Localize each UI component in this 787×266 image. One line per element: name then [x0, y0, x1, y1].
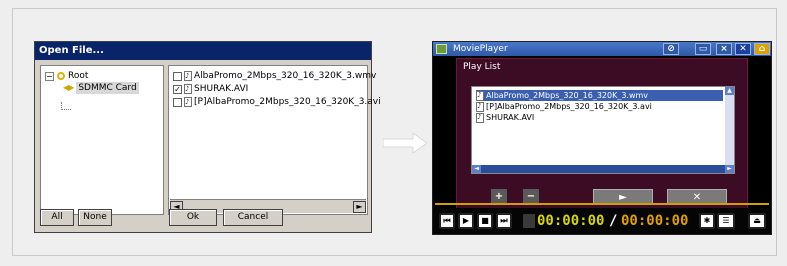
cancel-button[interactable]: Cancel: [223, 209, 283, 226]
right-arrow-icon: [383, 133, 427, 153]
scroll-up-icon[interactable]: ▲: [725, 87, 734, 95]
playlist-item[interactable]: SHURAK.AVI: [476, 112, 534, 123]
total-time: 00:00:00: [621, 213, 689, 229]
file-row[interactable]: ✓ SHURAK.AVI: [173, 83, 248, 95]
none-button[interactable]: None: [78, 209, 112, 226]
media-file-icon: [476, 90, 484, 101]
playlist-icon[interactable]: ☰: [717, 213, 735, 229]
minimize-icon[interactable]: ×: [716, 43, 732, 55]
player-control-bar: ⏮ ▶ ■ ⏭ 00:00:00 / 00:00:00 ✱ ☰ ⏏: [433, 208, 771, 234]
mute-icon[interactable]: ⊘: [663, 43, 679, 55]
playlist-vertical-scrollbar[interactable]: ▲ ▼: [725, 87, 734, 173]
tree-root-label: Root: [68, 71, 89, 81]
scroll-right-icon[interactable]: ►: [353, 201, 366, 213]
dialog-title: Open File...: [35, 42, 371, 60]
file-checkbox-checked[interactable]: ✓: [173, 84, 182, 94]
collapse-icon[interactable]: −: [45, 71, 54, 81]
playlist-item-label: [P]AlbaPromo_2Mbps_320_16_320K_3.avi: [486, 102, 652, 111]
scroll-left-icon[interactable]: ◄: [472, 165, 481, 173]
root-icon: [57, 72, 65, 80]
window-mode-icon[interactable]: ▭: [695, 43, 711, 55]
playlist-horizontal-scrollbar[interactable]: ◄ ►: [472, 165, 734, 173]
close-icon[interactable]: ✕: [735, 43, 751, 55]
memory-card-icon: ◀▶: [63, 83, 74, 92]
playlist-title: Play List: [463, 62, 501, 72]
playlist-item-label: AlbaPromo_2Mbps_320_16_320K_3.wmv: [486, 91, 649, 100]
playlist-item[interactable]: [P]AlbaPromo_2Mbps_320_16_320K_3.avi: [476, 101, 652, 112]
playlist-item-label: SHURAK.AVI: [486, 113, 535, 122]
app-icon: [436, 44, 447, 54]
file-name: SHURAK.AVI: [194, 84, 249, 94]
open-file-dialog: Open File... − Root ◀▶ SDMMC Card AlbaPr…: [34, 41, 381, 233]
file-checkbox[interactable]: [173, 97, 182, 107]
folder-tree[interactable]: − Root ◀▶ SDMMC Card: [40, 65, 164, 215]
volume-icon[interactable]: [523, 214, 535, 228]
play-icon[interactable]: ▶: [458, 213, 474, 229]
media-file-icon: [476, 101, 484, 112]
time-separator: /: [609, 213, 618, 229]
file-checkbox[interactable]: [173, 71, 182, 81]
next-icon[interactable]: ⏭: [496, 213, 512, 229]
file-name: AlbaPromo_2Mbps_320_16_320K_3.wmv: [194, 71, 377, 81]
file-row[interactable]: AlbaPromo_2Mbps_320_16_320K_3.wmv: [173, 70, 376, 82]
seek-bar[interactable]: [435, 203, 769, 205]
media-file-icon: [476, 112, 484, 123]
current-time: 00:00:00: [537, 213, 605, 229]
media-file-icon: [184, 96, 192, 108]
player-title: MoviePlayer: [453, 44, 508, 54]
home-icon[interactable]: ⌂: [754, 43, 770, 55]
tree-node-sdmmc[interactable]: ◀▶ SDMMC Card: [63, 82, 139, 94]
playlist-item-selected[interactable]: AlbaPromo_2Mbps_320_16_320K_3.wmv: [476, 90, 723, 101]
tree-node-root[interactable]: − Root: [45, 70, 88, 82]
media-file-icon: [184, 70, 192, 82]
scroll-right-icon[interactable]: ►: [725, 165, 734, 173]
playlist-panel: Play List AlbaPromo_2Mbps_320_16_320K_3.…: [456, 58, 748, 217]
tree-child-label: SDMMC Card: [76, 82, 139, 94]
media-file-icon: [184, 83, 192, 95]
movie-player-window: MoviePlayer ⊘ ▭ × ✕ ⌂ Play List AlbaProm…: [432, 41, 772, 235]
ok-button[interactable]: Ok: [169, 209, 217, 226]
previous-icon[interactable]: ⏮: [439, 213, 455, 229]
file-list[interactable]: AlbaPromo_2Mbps_320_16_320K_3.wmv ✓ SHUR…: [168, 65, 381, 215]
tree-connector: [61, 102, 71, 110]
stop-icon[interactable]: ■: [477, 213, 493, 229]
settings-icon[interactable]: ✱: [699, 213, 715, 229]
eject-icon[interactable]: ⏏: [748, 213, 766, 229]
playlist-list[interactable]: AlbaPromo_2Mbps_320_16_320K_3.wmv [P]Alb…: [471, 86, 735, 174]
all-button[interactable]: All: [40, 209, 74, 226]
file-row[interactable]: [P]AlbaPromo_2Mbps_320_16_320K_3.avi: [173, 96, 381, 108]
file-name: [P]AlbaPromo_2Mbps_320_16_320K_3.avi: [194, 97, 381, 107]
